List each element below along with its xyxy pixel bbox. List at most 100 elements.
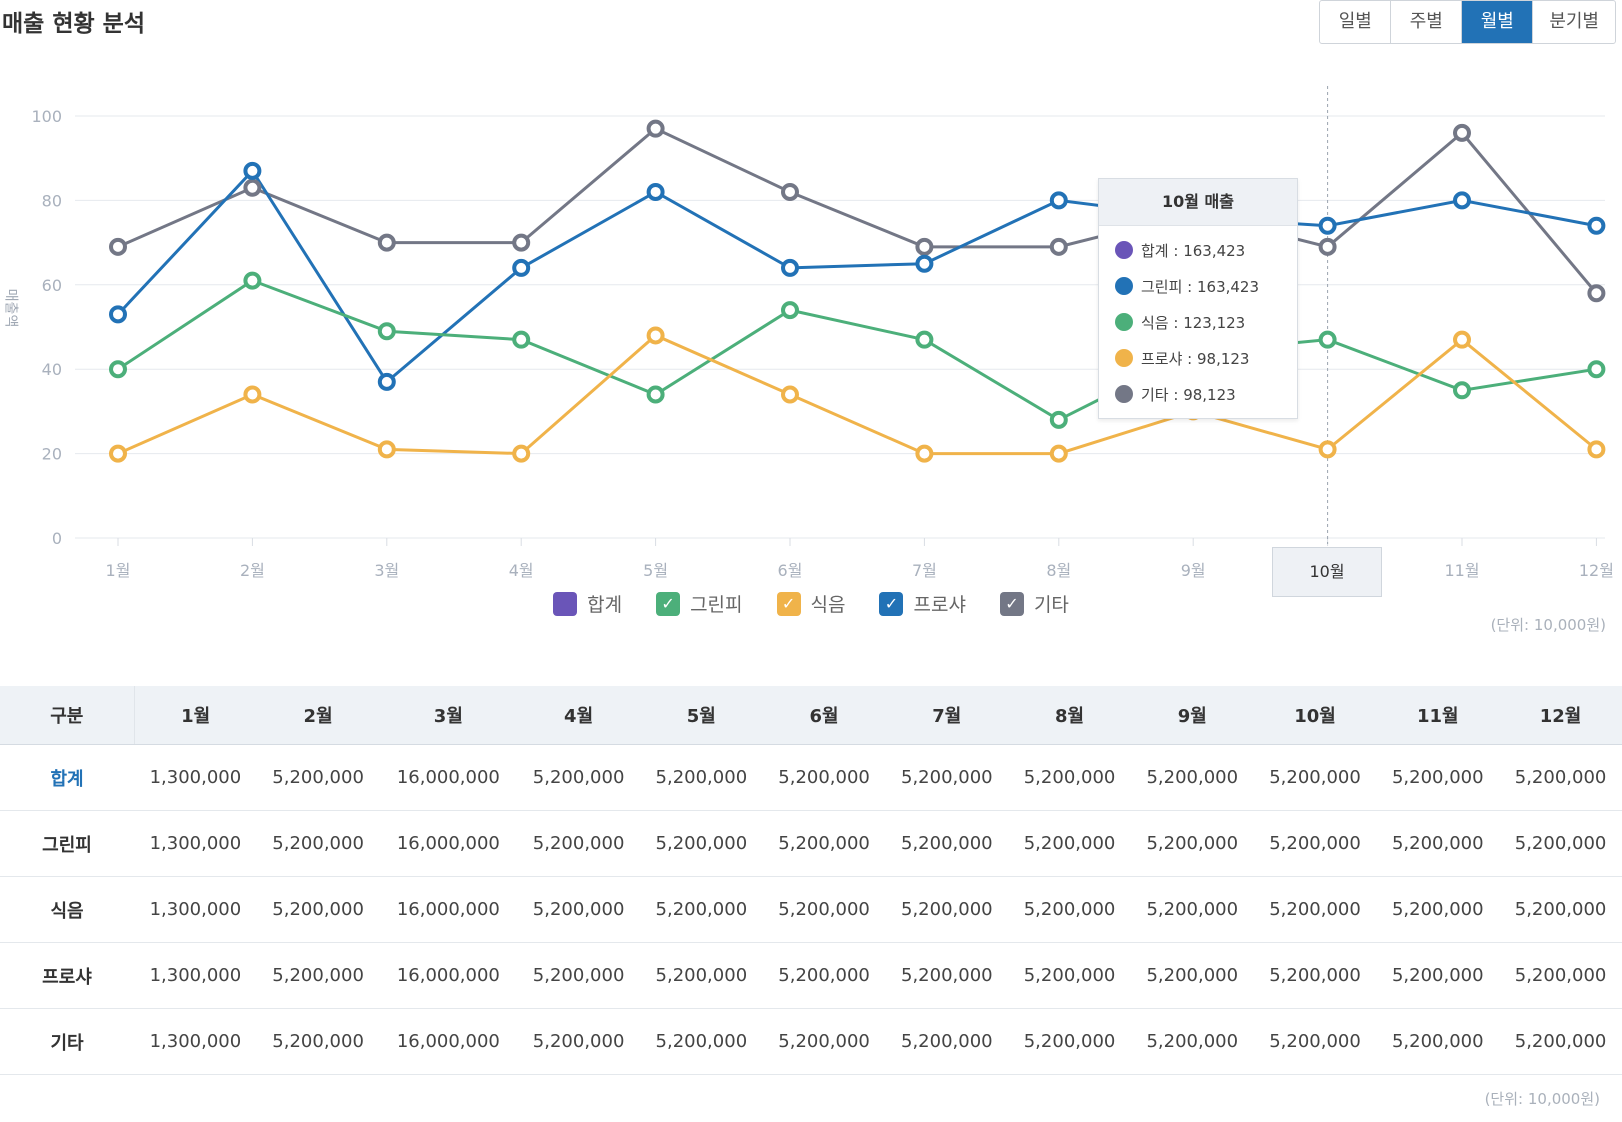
table-header-cell: 6월 — [762, 686, 886, 745]
table-header-cell: 7월 — [885, 686, 1009, 745]
table-cell: 16,000,000 — [379, 810, 518, 877]
legend-label: 식음 — [810, 594, 846, 616]
tooltip-row-text: 식음 : 123,123 — [1141, 313, 1246, 332]
table-header-cell: 5월 — [639, 686, 763, 745]
table-cell: 5,200,000 — [1253, 810, 1377, 877]
tab-monthly[interactable]: 월별 — [1462, 1, 1534, 43]
table-cell: 5,200,000 — [885, 876, 1009, 943]
tab-weekly[interactable]: 주별 — [1391, 1, 1463, 43]
data-point — [781, 301, 799, 320]
tooltip-title: 10월 매출 — [1099, 179, 1297, 226]
table-cell: 5,200,000 — [1008, 876, 1131, 943]
table-cell: 5,200,000 — [1130, 810, 1254, 877]
table-row: 그린피 1,300,000 5,200,000 16,000,000 5,200,000… — [0, 810, 1622, 877]
table-cell: 5,200,000 — [762, 876, 886, 943]
table-cell: 5,200,000 — [1253, 744, 1377, 811]
table-cell: 5,200,000 — [639, 744, 763, 811]
legend-item[interactable]: 합계 — [553, 590, 622, 617]
data-point — [1318, 440, 1337, 459]
table-unit-label: (단위: 10,000원) — [1484, 1090, 1600, 1108]
table-cell: 5,200,000 — [1499, 942, 1622, 1009]
table-cell: 5,200,000 — [885, 744, 1009, 811]
legend-item[interactable]: ✓ 프로샤 — [879, 590, 966, 617]
table-cell: 5,200,000 — [639, 942, 763, 1009]
chart-tooltip: 10월 매출 합계 : 163,423 그린피 : 163,423 식음 : 123… — [1098, 178, 1298, 419]
table-cell: 5,200,000 — [1376, 942, 1500, 1009]
tooltip-row: 기타 : 98,123 — [1099, 376, 1297, 412]
table-cell: 16,000,000 — [379, 876, 518, 943]
checkbox-checked-icon[interactable]: ✓ — [879, 591, 904, 616]
x-tick-label: 3월 — [374, 561, 399, 580]
data-point — [646, 385, 665, 404]
data-point — [781, 385, 799, 404]
table-cell: 5,200,000 — [517, 810, 640, 877]
table-cell: 5,200,000 — [256, 810, 380, 877]
data-point — [377, 322, 396, 341]
table-cell: 5,200,000 — [1253, 1008, 1377, 1075]
data-point — [109, 444, 127, 463]
tooltip-dot-icon — [1115, 241, 1133, 259]
data-point — [243, 271, 262, 290]
legend-item[interactable]: ✓ 그린피 — [656, 590, 743, 617]
table-cell: 5,200,000 — [1008, 942, 1131, 1009]
data-point — [1049, 191, 1068, 210]
legend-label: 프로샤 — [913, 594, 966, 616]
data-point — [781, 258, 799, 277]
table-header-cell: 9월 — [1130, 686, 1254, 745]
table-cell: 1,300,000 — [134, 942, 257, 1009]
table-cell: 5,200,000 — [256, 744, 380, 811]
x-tick-label: 7월 — [912, 561, 937, 580]
table-cell: 5,200,000 — [1130, 942, 1254, 1009]
legend-label: 합계 — [587, 594, 623, 616]
table-cell: 5,200,000 — [762, 744, 886, 811]
tab-quarterly[interactable]: 분기별 — [1533, 1, 1615, 43]
table-cell: 5,200,000 — [762, 942, 886, 1009]
table-cell: 1,300,000 — [134, 876, 257, 943]
table-row: 합계 1,300,000 5,200,000 16,000,000 5,200,000 5… — [0, 744, 1622, 811]
table-cell: 5,200,000 — [256, 1008, 380, 1075]
checkbox-unchecked-icon[interactable] — [553, 591, 578, 616]
row-label: 그린피 — [0, 810, 134, 877]
data-point — [1587, 360, 1606, 379]
table-cell: 5,200,000 — [1499, 744, 1622, 811]
table-row: 프로샤 1,300,000 5,200,000 16,000,000 5,200,000… — [0, 942, 1622, 1009]
y-tick-label: 80 — [42, 191, 62, 210]
x-tick-label: 5월 — [643, 561, 668, 580]
table-cell: 5,200,000 — [639, 1008, 763, 1075]
table-cell: 5,200,000 — [1499, 810, 1622, 877]
data-point — [781, 182, 799, 201]
x-tick-label: 1월 — [106, 561, 131, 580]
table-cell: 5,200,000 — [639, 810, 763, 877]
checkbox-checked-icon[interactable]: ✓ — [656, 591, 681, 616]
table-header-row: 구분 1월 2월 3월 4월 5월 6월 7월 8월 9월 10월 11월 12월 — [0, 686, 1622, 745]
checkbox-checked-icon[interactable]: ✓ — [776, 591, 801, 616]
checkbox-checked-icon[interactable]: ✓ — [999, 591, 1024, 616]
tooltip-row-text: 프로샤 : 98,123 — [1141, 349, 1250, 368]
y-tick-label: 40 — [42, 360, 62, 379]
data-point — [1318, 237, 1337, 256]
data-point — [109, 305, 127, 324]
tab-daily[interactable]: 일별 — [1320, 1, 1392, 43]
data-point — [109, 237, 127, 256]
table-cell: 5,200,000 — [1376, 876, 1500, 943]
y-tick-label: 100 — [31, 107, 62, 126]
data-point — [646, 182, 665, 201]
y-tick-label: 0 — [52, 529, 62, 548]
data-point — [646, 119, 665, 138]
table-header-cell: 8월 — [1008, 686, 1131, 745]
table-header-cell: 구분 — [0, 686, 135, 745]
tooltip-row: 합계 : 163,423 — [1099, 232, 1297, 268]
table-header-cell: 10월 — [1253, 686, 1377, 745]
legend-item[interactable]: ✓ 식음 — [776, 590, 846, 617]
table-header-cell: 2월 — [256, 686, 380, 745]
y-tick-label: 20 — [42, 445, 62, 464]
data-point — [243, 178, 262, 197]
chart-unit-label: (단위: 10,000원) — [1490, 616, 1606, 634]
table-cell: 5,200,000 — [1376, 810, 1500, 877]
data-point — [377, 440, 396, 459]
legend-item[interactable]: ✓ 기타 — [999, 590, 1069, 617]
tooltip-row-text: 기타 : 98,123 — [1141, 385, 1236, 404]
tooltip-dot-icon — [1115, 277, 1133, 295]
data-point — [1587, 440, 1606, 459]
x-tick-label: 11월 — [1444, 561, 1479, 580]
